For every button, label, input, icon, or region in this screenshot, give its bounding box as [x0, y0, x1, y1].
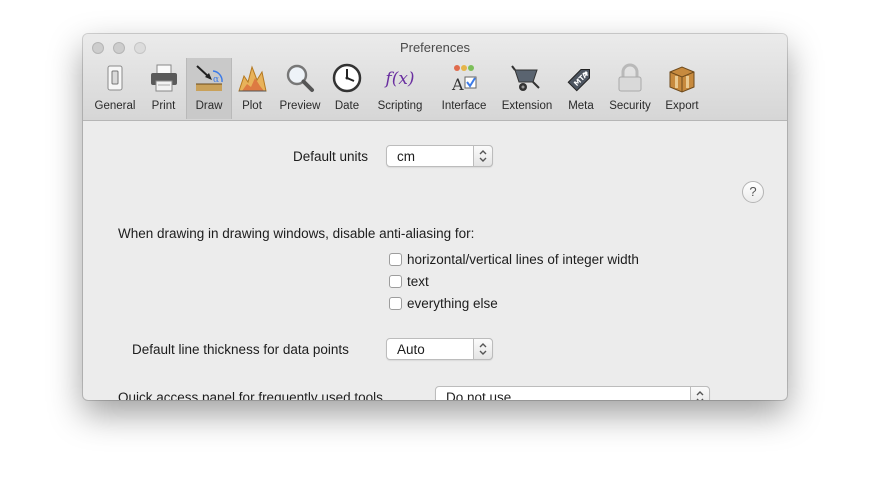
line-thickness-popup[interactable]: Auto	[386, 338, 493, 360]
tag-icon: MTA	[567, 69, 590, 92]
checkbox-text-label: text	[407, 274, 429, 289]
preferences-window: Preferences General Print α Draw Plot Pr…	[83, 34, 787, 400]
interface-icon: A	[451, 65, 477, 94]
line-thickness-value: Auto	[397, 342, 425, 357]
svg-text:α: α	[213, 75, 219, 85]
help-button[interactable]: ?	[742, 181, 764, 203]
tab-general-label: General	[94, 100, 136, 112]
quick-access-label: Quick access panel for frequently used t…	[118, 390, 383, 400]
switch-icon	[107, 65, 123, 91]
tab-scripting[interactable]: f(x) Scripting	[366, 58, 434, 119]
default-units-value: cm	[397, 149, 415, 164]
tab-draw-label: Draw	[195, 100, 223, 112]
tab-draw[interactable]: α Draw	[186, 58, 232, 119]
plot-icon	[238, 65, 267, 92]
function-icon: f(x)	[384, 69, 415, 89]
svg-text:A: A	[451, 75, 464, 94]
wheelbarrow-icon	[511, 65, 540, 91]
tab-plot[interactable]: Plot	[232, 58, 272, 119]
antialias-heading: When drawing in drawing windows, disable…	[118, 226, 475, 241]
tab-date-label: Date	[334, 100, 360, 112]
tab-extension-label: Extension	[501, 100, 553, 112]
tab-preview[interactable]: Preview	[272, 58, 328, 119]
default-units-label: Default units	[293, 149, 369, 164]
tab-preview-label: Preview	[279, 100, 321, 112]
clock-icon	[332, 63, 362, 93]
tab-general[interactable]: General	[89, 58, 141, 119]
title-bar: Preferences General Print α Draw Plot Pr…	[83, 34, 787, 121]
chevron-updown-icon	[690, 386, 710, 400]
checkbox-text[interactable]	[389, 275, 402, 288]
tab-interface-label: Interface	[441, 100, 487, 112]
line-thickness-label: Default line thickness for data points	[132, 342, 349, 357]
checkbox-everything-else[interactable]	[389, 297, 402, 310]
checkbox-integer-lines-label: horizontal/vertical lines of integer wid…	[407, 252, 639, 267]
tab-security[interactable]: Security	[602, 58, 658, 119]
quick-access-value: Do not use	[446, 390, 512, 400]
tab-export[interactable]: Export	[658, 58, 706, 119]
lock-icon	[618, 63, 642, 92]
tab-export-label: Export	[665, 100, 699, 112]
tab-scripting-label: Scripting	[377, 100, 423, 112]
default-units-popup[interactable]: cm	[386, 145, 493, 167]
quick-access-popup[interactable]: Do not use	[435, 386, 710, 400]
box-icon	[669, 66, 695, 93]
tab-print[interactable]: Print	[141, 58, 186, 119]
function-glyph: f(x)	[384, 69, 415, 89]
chevron-updown-icon	[473, 338, 493, 360]
help-icon: ?	[749, 184, 757, 199]
tab-date[interactable]: Date	[328, 58, 366, 119]
window-title: Preferences	[399, 40, 471, 55]
magnifier-icon	[286, 64, 314, 92]
tab-meta[interactable]: MTA Meta	[560, 58, 602, 119]
tab-interface[interactable]: A Interface	[434, 58, 494, 119]
tab-security-label: Security	[609, 100, 651, 112]
tab-extension[interactable]: Extension	[494, 58, 560, 119]
draw-icon: α	[196, 65, 223, 91]
tab-plot-label: Plot	[242, 100, 262, 112]
chevron-updown-icon	[473, 145, 493, 167]
printer-icon	[150, 64, 177, 92]
tab-meta-label: Meta	[568, 100, 594, 112]
tab-print-label: Print	[151, 100, 176, 112]
checkbox-integer-lines[interactable]	[389, 253, 402, 266]
checkbox-everything-else-label: everything else	[407, 296, 498, 311]
